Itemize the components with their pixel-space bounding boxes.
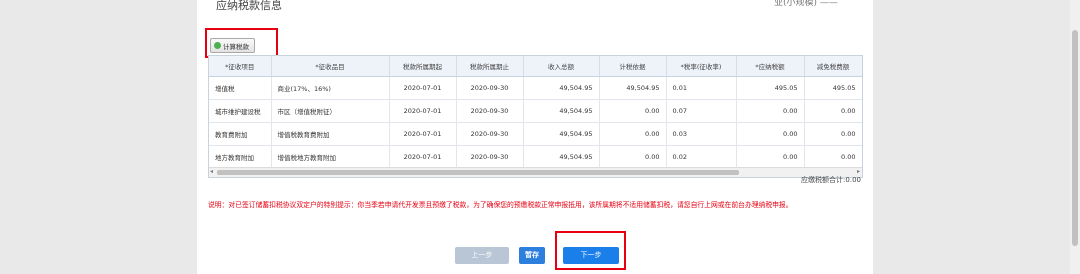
table-header-row: *征收项目 *征收品目 税款所属期起 税款所属期止 收入总额 计税依据 *税率(… [209,56,862,77]
cell-tax-basis[interactable]: 0.00 [599,122,667,146]
col-header-total-income: 收入总额 [523,56,600,77]
cell-tax-rate: 0.03 [666,122,737,146]
col-header-tax-rate: *税率(征收率) [666,56,737,77]
cell-tax-relief[interactable]: 0.00 [804,99,862,123]
prev-step-button[interactable]: 上一步 [455,247,509,264]
table-row[interactable]: 地方教育附加 增值税地方教育附加 2020-07-01 2020-09-30 4… [209,145,862,169]
cell-category[interactable]: 增值税教育费附加 [271,122,390,146]
cell-category[interactable]: 增值税地方教育附加 [271,145,390,169]
cell-tax-basis[interactable]: 0.00 [599,99,667,123]
cell-tax-payable: 0.00 [736,145,805,169]
cell-period-start: 2020-07-01 [389,99,457,123]
cell-item: 教育费附加 [209,122,272,146]
cell-item: 增值税 [209,76,272,100]
next-step-button[interactable]: 下一步 [563,247,619,264]
cell-tax-relief[interactable]: 0.00 [804,122,862,146]
cell-total-income[interactable]: 49,504.95 [523,76,600,100]
cell-tax-payable: 0.00 [736,122,805,146]
cell-tax-rate: 0.02 [666,145,737,169]
cell-period-end: 2020-09-30 [456,145,524,169]
cell-tax-basis[interactable]: 49,504.95 [599,76,667,100]
notice-text: 说明：对已签订储蓄扣税协议双定户的特别提示：你当季若申请代开发票且预缴了税款，为… [208,201,793,209]
cell-period-end: 2020-09-30 [456,99,524,123]
left-background [0,0,197,274]
table-row[interactable]: 教育费附加 增值税教育费附加 2020-07-01 2020-09-30 49,… [209,122,862,146]
scroll-left-arrow-icon[interactable]: ◂ [210,168,213,175]
calculate-tax-button[interactable]: 计算税款 [210,38,255,53]
cell-tax-relief[interactable]: 495.05 [804,76,862,100]
col-header-period-end: 税款所属期止 [456,56,524,77]
cell-tax-rate: 0.01 [666,76,737,100]
cell-tax-payable: 0.00 [736,99,805,123]
col-header-period-start: 税款所属期起 [389,56,457,77]
cell-item: 地方教育附加 [209,145,272,169]
calculate-tax-label: 计算税款 [223,42,249,51]
main-panel: 应纳税款信息 业(小规模) —— 计算税款 *征收项目 *征收品目 税款所属期起… [197,0,873,274]
col-header-tax-payable: *应纳税额 [736,56,805,77]
cell-total-income[interactable]: 49,504.95 [523,99,600,123]
cell-period-start: 2020-07-01 [389,145,457,169]
col-header-item: *征收项目 [209,56,272,77]
table-row[interactable]: 增值税 商业(17%、16%) 2020-07-01 2020-09-30 49… [209,76,862,100]
save-draft-button[interactable]: 暂存 [519,247,545,264]
taxpayer-type-label: 业(小规模) —— [774,0,838,8]
tax-table: *征收项目 *征收品目 税款所属期起 税款所属期止 收入总额 计税依据 *税率(… [208,55,863,178]
cell-period-end: 2020-09-30 [456,122,524,146]
table-row[interactable]: 城市维护建设税 市区（增值税附征） 2020-07-01 2020-09-30 … [209,99,862,123]
col-header-tax-relief: 减免税费额 [804,56,862,77]
page-scrollbar-thumb[interactable] [1072,30,1078,246]
cell-item: 城市维护建设税 [209,99,272,123]
col-header-category: *征收品目 [271,56,390,77]
cell-period-start: 2020-07-01 [389,76,457,100]
section-title: 应纳税款信息 [216,0,282,12]
scroll-right-arrow-icon[interactable]: ▸ [857,168,860,175]
table-horizontal-scrollbar[interactable]: ◂ ▸ [209,167,862,177]
cell-tax-rate: 0.07 [666,99,737,123]
cell-total-income[interactable]: 49,504.95 [523,145,600,169]
cell-category[interactable]: 市区（增值税附征） [271,99,390,123]
cell-tax-relief[interactable]: 0.00 [804,145,862,169]
cell-category[interactable]: 商业(17%、16%) [271,76,390,100]
col-header-tax-basis: 计税依据 [599,56,667,77]
calculate-icon [214,42,221,49]
cell-total-income[interactable]: 49,504.95 [523,122,600,146]
cell-tax-basis[interactable]: 0.00 [599,145,667,169]
cell-period-start: 2020-07-01 [389,122,457,146]
cell-period-end: 2020-09-30 [456,76,524,100]
right-background [873,0,1080,274]
cell-tax-payable: 495.05 [736,76,805,100]
total-tax-due: 应缴税额合计:0.00 [801,176,861,184]
table-scrollbar-thumb[interactable] [217,170,739,175]
